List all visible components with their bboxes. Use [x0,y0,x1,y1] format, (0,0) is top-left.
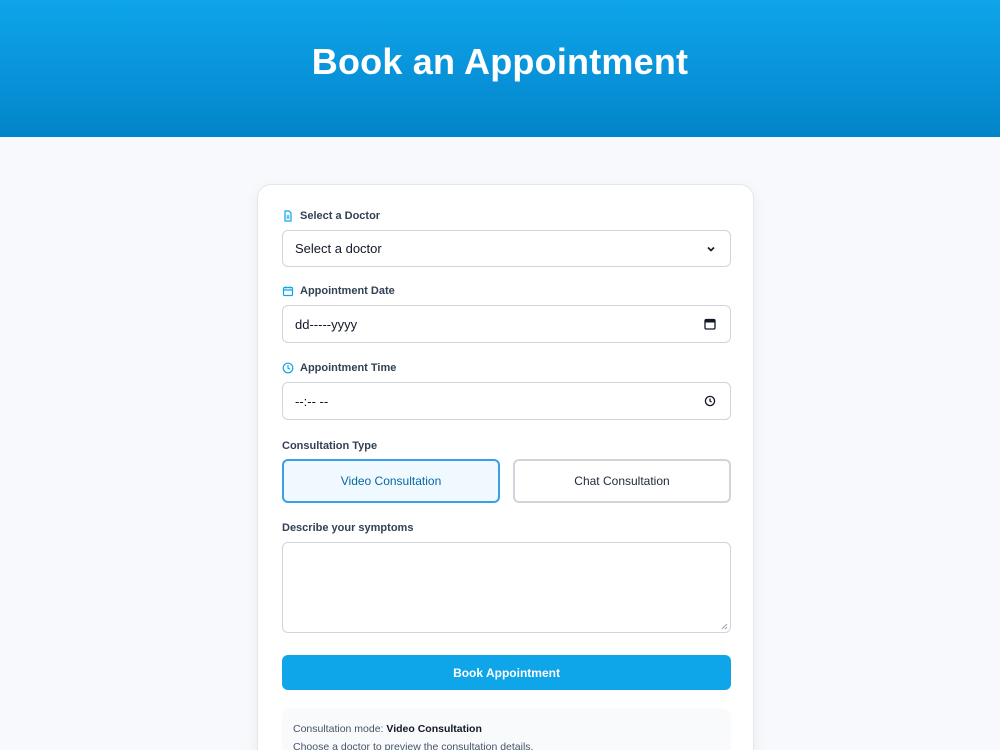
time-label: Appointment Time [282,362,396,374]
page-header: Book an Appointment [0,0,1000,137]
chevron-down-icon [707,246,715,252]
chat-consultation-button[interactable]: Chat Consultation [513,459,731,503]
video-consultation-button[interactable]: Video Consultation [282,459,500,503]
calendar-picker-icon[interactable] [704,318,716,330]
consultation-mode-value: Video Consultation [386,723,482,735]
doctor-select[interactable]: Select a doctor [282,230,731,267]
time-placeholder: --:-- -- [295,393,329,409]
date-input[interactable]: dd-----yyyy [282,305,731,343]
consultation-mode-line: Consultation mode: Video Consultation [293,723,482,735]
doctor-label: Select a Doctor [282,210,380,222]
symptoms-textarea[interactable] [282,542,731,633]
doctor-select-value: Select a doctor [295,241,382,256]
document-icon [284,210,292,222]
page-title: Book an Appointment [311,40,689,82]
consultation-hint: Choose a doctor to preview the consultat… [293,741,534,750]
calendar-icon [282,286,294,297]
clock-icon [282,362,294,374]
clock-picker-icon[interactable] [704,395,716,407]
resize-handle-icon[interactable] [720,622,728,630]
booking-form-card: Select a Doctor Select a doctor Appointm… [257,184,754,750]
book-appointment-button[interactable]: Book Appointment [282,655,731,690]
consultation-type-label: Consultation Type [282,440,378,452]
symptoms-label: Describe your symptoms [282,522,414,534]
date-label: Appointment Date [282,285,395,297]
consultation-info-panel: Consultation mode: Video Consultation Ch… [282,708,731,750]
time-input[interactable]: --:-- -- [282,382,731,420]
date-placeholder: dd-----yyyy [295,316,358,332]
